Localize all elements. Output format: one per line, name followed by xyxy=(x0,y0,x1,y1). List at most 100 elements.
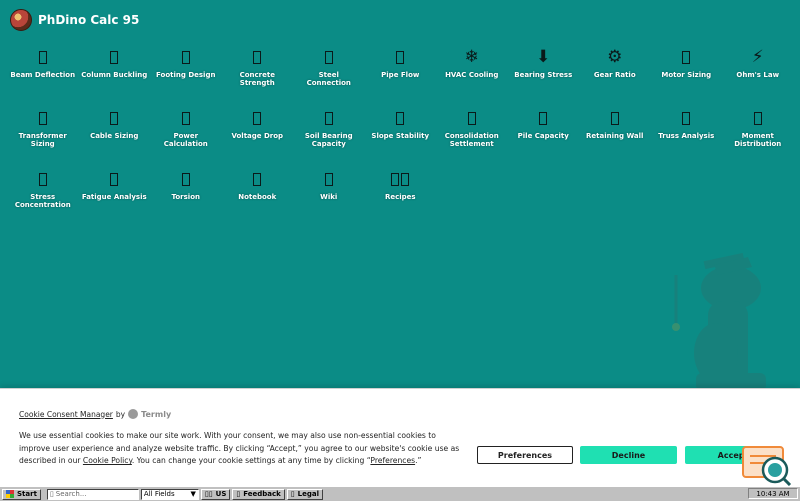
desktop-icon-stress-concentration[interactable]: Stress Concentration xyxy=(7,168,79,229)
preferences-link[interactable]: Preferences xyxy=(370,456,415,465)
stress-concentration-icon xyxy=(38,168,48,190)
desktop-icon-ohm-s-law[interactable]: ⚡ Ohm's Law xyxy=(722,46,794,107)
desktop-icon-label: Truss Analysis xyxy=(658,132,715,140)
windows-flag-icon xyxy=(6,490,14,498)
hvac-cooling-icon: ❄ xyxy=(464,46,479,67)
start-button[interactable]: Start xyxy=(2,488,41,500)
desktop-icon-bearing-stress[interactable]: ⬇ Bearing Stress xyxy=(508,46,580,107)
desktop-icon-soil-bearing-capacity[interactable]: Soil Bearing Capacity xyxy=(293,107,365,168)
desktop-icon-retaining-wall[interactable]: Retaining Wall xyxy=(579,107,651,168)
desktop-icon-label: Bearing Stress xyxy=(514,71,573,79)
desktop-icon-concrete-strength[interactable]: Concrete Strength xyxy=(222,46,294,107)
preferences-button[interactable]: Preferences xyxy=(477,446,573,464)
cookie-text-part: .” xyxy=(415,456,422,466)
flag-icon: ▯▯ xyxy=(204,490,213,498)
cookie-policy-link[interactable]: Cookie Policy xyxy=(83,456,132,465)
app-logo-icon xyxy=(10,9,32,31)
wiki-icon xyxy=(324,168,334,190)
ohm-s-law-icon: ⚡ xyxy=(751,46,764,67)
transformer-sizing-icon xyxy=(38,107,48,129)
desktop-icon-wiki[interactable]: Wiki xyxy=(293,168,365,229)
desktop-icon-hvac-cooling[interactable]: ❄ HVAC Cooling xyxy=(436,46,508,107)
desktop-icon-label: Pile Capacity xyxy=(517,132,569,140)
app-header: PhDino Calc 95 xyxy=(10,9,139,31)
desktop-icon-notebook[interactable]: Notebook xyxy=(222,168,294,229)
cookie-by-text: by xyxy=(115,409,126,419)
desktop-icon-voltage-drop[interactable]: Voltage Drop xyxy=(222,107,294,168)
desktop-icon-pipe-flow[interactable]: Pipe Flow xyxy=(365,46,437,107)
truss-analysis-icon xyxy=(681,107,691,129)
termly-logo-icon xyxy=(128,409,139,419)
desktop-icon-label: Motor Sizing xyxy=(661,71,712,79)
desktop-icon-motor-sizing[interactable]: Motor Sizing xyxy=(651,46,723,107)
desktop-icon-consolidation-settlement[interactable]: Consolidation Settlement xyxy=(436,107,508,168)
desktop-icon-gear-ratio[interactable]: ⚙ Gear Ratio xyxy=(579,46,651,107)
desktop-icon-power-calculation[interactable]: Power Calculation xyxy=(150,107,222,168)
soil-bearing-capacity-icon xyxy=(324,107,334,129)
desktop-icon-recipes[interactable]: Recipes xyxy=(365,168,437,229)
desktop-icon-label: Voltage Drop xyxy=(231,132,284,140)
desktop-icon-label: Transformer Sizing xyxy=(18,132,67,148)
desktop-icon-column-buckling[interactable]: Column Buckling xyxy=(79,46,151,107)
moment-distribution-icon xyxy=(753,107,763,129)
field-filter-select[interactable]: All Fields ▼ xyxy=(140,488,199,500)
pile-capacity-icon xyxy=(538,107,548,129)
desktop-icon-label: Torsion xyxy=(171,193,200,201)
motor-sizing-icon xyxy=(681,46,691,68)
desktop-icon-label: Recipes xyxy=(384,193,416,201)
search-placeholder: Search... xyxy=(55,490,87,498)
locale-button[interactable]: ▯▯ US xyxy=(200,488,231,500)
steel-connection-icon xyxy=(324,46,334,68)
desktop-icon-slope-stability[interactable]: Slope Stability xyxy=(365,107,437,168)
feedback-label: Feedback xyxy=(243,490,281,498)
footing-design-icon xyxy=(181,46,191,68)
recipes-icon xyxy=(390,168,410,190)
desktop-icon-steel-connection[interactable]: Steel Connection xyxy=(293,46,365,107)
start-label: Start xyxy=(17,490,37,498)
desktop-icon-footing-design[interactable]: Footing Design xyxy=(150,46,222,107)
desktop-icon-label: Gear Ratio xyxy=(593,71,636,79)
desktop-icon-fatigue-analysis[interactable]: Fatigue Analysis xyxy=(79,168,151,229)
legal-icon: ▯ xyxy=(290,490,295,498)
gear-ratio-icon: ⚙ xyxy=(607,46,623,67)
retaining-wall-icon xyxy=(610,107,620,129)
help-chat-widget-icon[interactable] xyxy=(742,446,792,486)
desktop-icon-torsion[interactable]: Torsion xyxy=(150,168,222,229)
desktop-icon-label: Pipe Flow xyxy=(381,71,420,79)
feedback-button[interactable]: ▯ Feedback xyxy=(232,488,285,500)
filter-value: All Fields xyxy=(143,490,175,498)
desktop-icon-label: Wiki xyxy=(320,193,338,201)
desktop-icon-label: Steel Connection xyxy=(306,71,351,87)
taskbar: Start ▯ Search... All Fields ▼ ▯▯ US ▯ F… xyxy=(0,486,800,501)
cookie-manager-title[interactable]: Cookie Consent Manager xyxy=(19,410,113,419)
desktop-icon-label: Notebook xyxy=(238,193,277,201)
desktop-icon-label: Concrete Strength xyxy=(239,71,275,87)
chevron-down-icon: ▼ xyxy=(190,490,196,498)
beam-deflection-icon xyxy=(38,46,48,68)
cable-sizing-icon xyxy=(109,107,119,129)
feedback-icon: ▯ xyxy=(236,490,241,498)
desktop-icon-label: Power Calculation xyxy=(163,132,208,148)
decline-button[interactable]: Decline xyxy=(580,446,677,464)
desktop-icon-label: Cable Sizing xyxy=(90,132,139,140)
desktop-icon-label: Ohm's Law xyxy=(736,71,780,79)
app-title: PhDino Calc 95 xyxy=(38,13,140,27)
legal-button[interactable]: ▯ Legal xyxy=(286,488,323,500)
desktop-icon-truss-analysis[interactable]: Truss Analysis xyxy=(651,107,723,168)
desktop-icon-label: Column Buckling xyxy=(81,71,148,79)
desktop-icon-label: Consolidation Settlement xyxy=(444,132,499,148)
desktop-icon-transformer-sizing[interactable]: Transformer Sizing xyxy=(7,107,79,168)
voltage-drop-icon xyxy=(252,107,262,129)
desktop-icon-label: Beam Deflection xyxy=(10,71,76,79)
desktop-icon-moment-distribution[interactable]: Moment Distribution xyxy=(722,107,794,168)
search-input[interactable]: ▯ Search... xyxy=(46,488,139,500)
locale-label: US xyxy=(215,490,227,498)
desktop-icon-beam-deflection[interactable]: Beam Deflection xyxy=(7,46,79,107)
pipe-flow-icon xyxy=(395,46,405,68)
legal-label: Legal xyxy=(297,490,319,498)
desktop-icon-cable-sizing[interactable]: Cable Sizing xyxy=(79,107,151,168)
power-calculation-icon xyxy=(181,107,191,129)
desktop-icon-pile-capacity[interactable]: Pile Capacity xyxy=(508,107,580,168)
bearing-stress-icon: ⬇ xyxy=(536,46,551,67)
cookie-heading: Cookie Consent Manager by Termly xyxy=(19,409,171,419)
